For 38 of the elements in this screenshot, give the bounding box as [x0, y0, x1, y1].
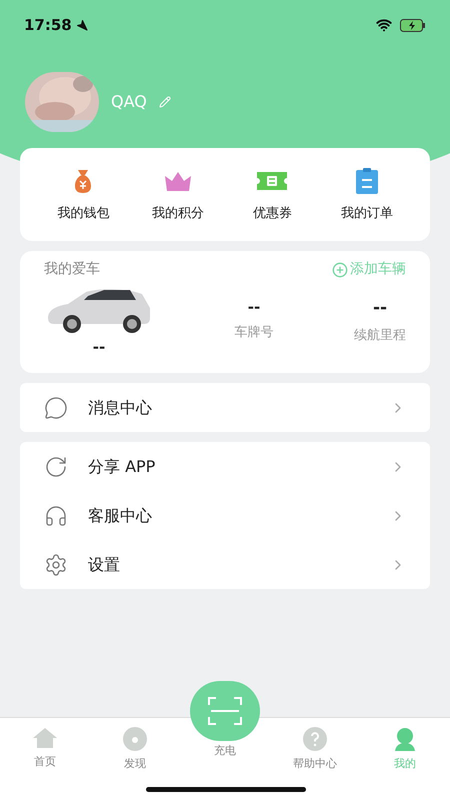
tab[interactable]: 发现 — [90, 726, 180, 772]
plate-value: -- — [248, 297, 260, 318]
user-name: QAQ — [111, 91, 147, 113]
chat-bubble-icon — [44, 396, 68, 420]
range-label: 续航里程 — [354, 326, 406, 344]
tab[interactable]: 帮助中心 — [270, 726, 360, 772]
status-time: 17:58 — [24, 14, 72, 36]
menu-item[interactable]: 设置 — [20, 540, 430, 589]
range-value: -- — [372, 297, 388, 320]
car-name: -- — [92, 337, 106, 358]
menu-item[interactable]: 客服中心 — [20, 491, 430, 540]
home-icon — [32, 726, 58, 750]
section-title: 我的爱车 — [44, 260, 100, 279]
tab[interactable]: 充电 — [180, 681, 270, 760]
battery-icon — [400, 18, 426, 32]
menu-label: 设置 — [88, 554, 121, 576]
menu-item[interactable]: 分享 APP — [20, 442, 430, 491]
plus-icon — [332, 262, 348, 278]
quick-action-label[interactable]: 优惠券 — [252, 204, 292, 224]
menu-item[interactable]: 消息中心 — [20, 383, 430, 432]
share-icon — [44, 454, 68, 478]
location-icon — [76, 19, 88, 31]
plate-label: 车牌号 — [234, 324, 274, 342]
scan-icon — [208, 697, 242, 725]
tab[interactable]: 首页 — [0, 726, 90, 770]
edit-icon[interactable] — [158, 96, 171, 108]
quick-action-label[interactable]: 我的钱包 — [57, 204, 110, 224]
menu-label: 客服中心 — [88, 504, 153, 526]
user-icon — [392, 726, 418, 752]
quick-action-label[interactable]: 我的订单 — [340, 204, 393, 224]
headset-icon — [44, 504, 68, 528]
wifi-icon — [376, 17, 392, 33]
menu-label: 分享 APP — [88, 456, 156, 478]
menu-label: 消息中心 — [88, 396, 153, 418]
settings-icon — [44, 552, 68, 576]
compass-icon — [122, 726, 148, 752]
help-icon — [302, 726, 328, 752]
quick-action-label[interactable]: 我的积分 — [152, 204, 204, 224]
